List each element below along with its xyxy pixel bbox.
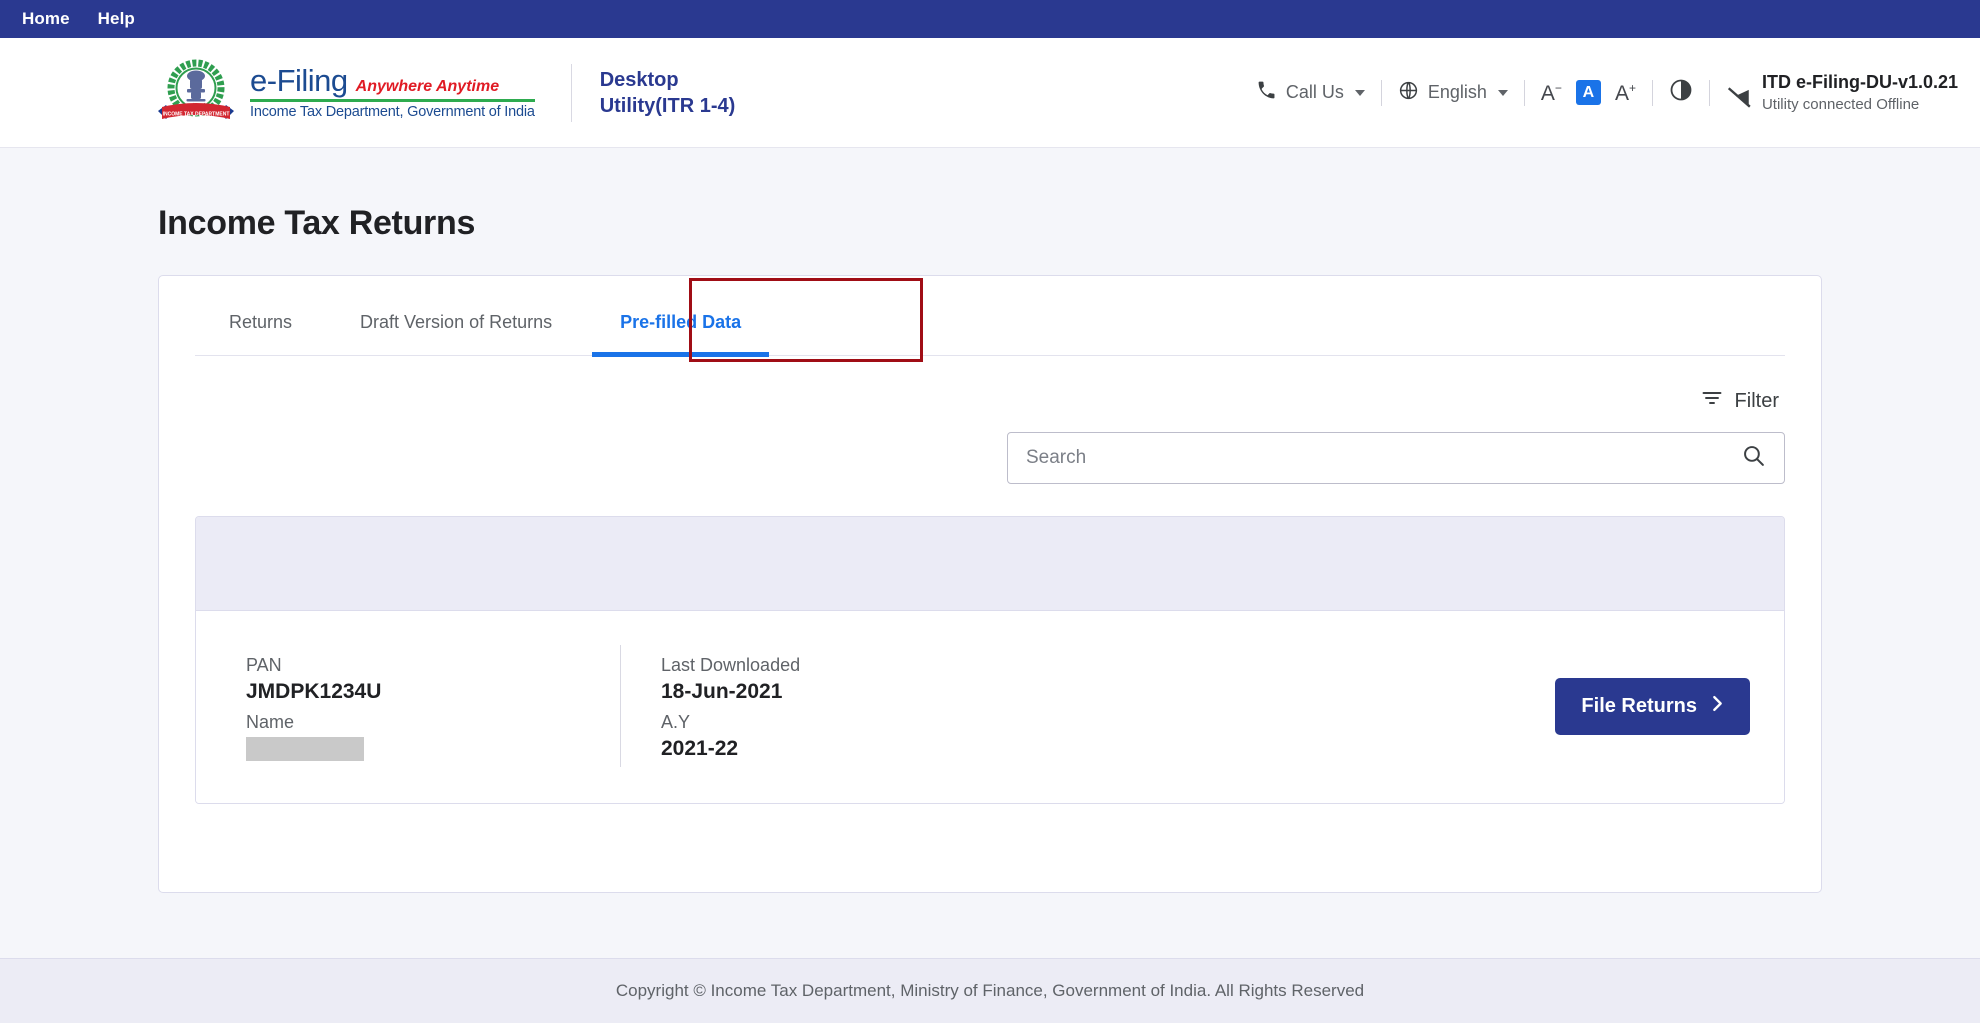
header-divider: [571, 64, 572, 122]
app-header: सत्यमेव जयते INCOME TAX DEPARTMENT e-Fil…: [0, 38, 1980, 148]
language-label: English: [1428, 82, 1487, 103]
brand-department: Income Tax Department, Government of Ind…: [250, 104, 535, 120]
nav-home[interactable]: Home: [22, 9, 70, 29]
call-us-dropdown[interactable]: Call Us: [1240, 80, 1381, 106]
filter-label: Filter: [1735, 390, 1779, 413]
pan-value: JMDPK1234U: [246, 680, 596, 704]
file-returns-label: File Returns: [1581, 695, 1697, 718]
page-footer: Copyright © Income Tax Department, Minis…: [0, 958, 1980, 1023]
pan-label: PAN: [246, 655, 596, 676]
filter-icon: [1700, 386, 1724, 416]
font-size-controls: A− A A+: [1525, 80, 1652, 105]
version-number: ITD e-Filing-DU-v1.0.21: [1762, 72, 1958, 93]
version-info: ITD e-Filing-DU-v1.0.21 Utility connecte…: [1710, 69, 1958, 116]
contrast-icon: [1669, 78, 1693, 102]
chevron-right-icon: [1711, 695, 1724, 718]
contrast-toggle-button[interactable]: [1653, 78, 1709, 107]
page-body: Income Tax Returns Returns Draft Version…: [0, 148, 1980, 958]
last-downloaded-value: 18-Jun-2021: [661, 680, 800, 704]
app-name-line2: Utility(ITR 1-4): [600, 93, 736, 119]
prefilled-data-record: PAN JMDPK1234U Name Last Downloaded 18-J…: [195, 516, 1785, 804]
filter-row: Filter: [195, 356, 1785, 416]
connection-status: Utility connected Offline: [1762, 96, 1919, 113]
record-column-download: Last Downloaded 18-Jun-2021 A.Y 2021-22: [621, 651, 800, 761]
redaction-box: [246, 737, 364, 761]
file-returns-button[interactable]: File Returns: [1555, 678, 1750, 735]
signal-offline-icon: [1726, 85, 1752, 116]
tab-draft-version-of-returns[interactable]: Draft Version of Returns: [326, 312, 586, 355]
call-us-label: Call Us: [1286, 82, 1344, 103]
search-icon[interactable]: [1741, 443, 1766, 473]
assessment-year-value: 2021-22: [661, 737, 800, 761]
brand-logo[interactable]: सत्यमेव जयते INCOME TAX DEPARTMENT e-Fil…: [152, 57, 535, 129]
last-downloaded-label: Last Downloaded: [661, 655, 800, 676]
language-dropdown[interactable]: English: [1382, 80, 1524, 106]
brand-rule: [250, 99, 535, 102]
search-row: [195, 432, 1785, 484]
phone-icon: [1256, 80, 1277, 106]
name-value-redacted: [246, 737, 596, 761]
app-name-line1: Desktop: [600, 67, 736, 93]
record-body: PAN JMDPK1234U Name Last Downloaded 18-J…: [196, 611, 1784, 803]
search-box[interactable]: [1007, 432, 1785, 484]
chevron-down-icon: [1355, 90, 1365, 96]
assessment-year-label: A.Y: [661, 712, 800, 733]
nav-help[interactable]: Help: [98, 9, 135, 29]
tab-returns[interactable]: Returns: [195, 312, 326, 355]
india-emblem-icon: सत्यमेव जयते INCOME TAX DEPARTMENT: [152, 57, 240, 129]
tab-pre-filled-data[interactable]: Pre-filled Data: [586, 312, 775, 355]
page-title: Income Tax Returns: [158, 204, 1822, 243]
copyright-text: Copyright © Income Tax Department, Minis…: [616, 981, 1364, 1001]
globe-icon: [1398, 80, 1419, 106]
name-label: Name: [246, 712, 596, 733]
brand-title: e-Filing: [250, 65, 348, 96]
content-card: Returns Draft Version of Returns Pre-fil…: [158, 275, 1822, 893]
app-name: Desktop Utility(ITR 1-4): [600, 67, 736, 119]
top-navigation-bar: Home Help: [0, 0, 1980, 38]
font-decrease-button[interactable]: A−: [1541, 82, 1562, 104]
chevron-down-icon: [1498, 90, 1508, 96]
header-actions: Call Us English A− A A+: [1240, 69, 1958, 116]
tab-bar: Returns Draft Version of Returns Pre-fil…: [195, 276, 1785, 356]
record-header-band: [196, 517, 1784, 611]
brand-text: e-Filing Anywhere Anytime Income Tax Dep…: [250, 65, 535, 120]
svg-text:INCOME TAX DEPARTMENT: INCOME TAX DEPARTMENT: [163, 111, 230, 117]
font-normal-button[interactable]: A: [1576, 80, 1601, 105]
filter-button[interactable]: Filter: [1700, 386, 1785, 416]
search-input[interactable]: [1026, 447, 1741, 469]
brand-tagline: Anywhere Anytime: [356, 79, 499, 95]
font-increase-button[interactable]: A+: [1615, 82, 1636, 104]
record-column-identity: PAN JMDPK1234U Name: [246, 651, 596, 761]
